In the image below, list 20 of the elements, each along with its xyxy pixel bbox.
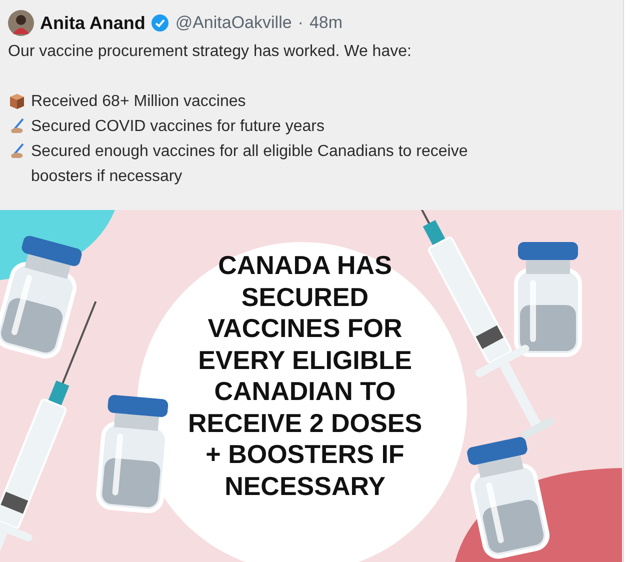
bullet-text: Received 68+ Million vaccines [31, 92, 246, 112]
bullet-text: Secured COVID vaccines for future years [31, 117, 324, 137]
headline-text: EVERY ELIGIBLE [198, 344, 412, 376]
tweet-text: Our vaccine procurement strategy has worked. We have: [8, 42, 412, 62]
headline-text: NECESSARY [224, 470, 386, 502]
author-name[interactable]: Anita Anand [40, 12, 146, 34]
writing-hand-icon [8, 117, 26, 135]
headline-text: RECEIVE 2 DOSES [188, 408, 422, 439]
writing-hand-icon [8, 142, 26, 160]
headline-text: CANADIAN TO [214, 376, 396, 408]
bullet-text: Secured enough vaccines for all eligible Canadians to receive boosters if necessary [31, 142, 469, 187]
avatar[interactable] [8, 10, 34, 36]
headline-text: VACCINES FOR [208, 313, 402, 344]
package-icon [8, 92, 26, 110]
headline-text: CANADA HAS [218, 250, 392, 282]
timestamp[interactable]: 48m [309, 13, 343, 33]
headline-text: + BOOSTERS IF [206, 439, 404, 470]
author-handle[interactable]: @AnitaOakville [175, 13, 292, 33]
separator: · [298, 13, 304, 33]
headline-text: SECURED [241, 282, 369, 313]
